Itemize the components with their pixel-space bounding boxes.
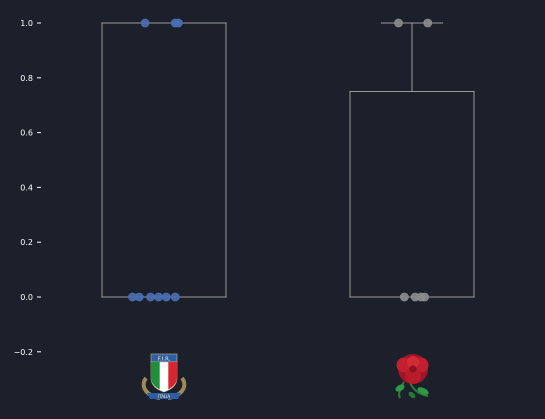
data-point: [399, 292, 409, 302]
data-point: [140, 18, 150, 28]
y-tick-label: 1.0: [20, 19, 33, 28]
box-plot-chart: −0.2 0.0 0.2 0.4 0.6 0.8 1.0 F.I.R. ITALIA: [14, 18, 475, 400]
data-point: [423, 18, 433, 28]
y-tick-label: 0.4: [20, 183, 33, 192]
point-layer: [128, 18, 433, 302]
data-point: [154, 292, 164, 302]
data-point: [146, 292, 155, 302]
data-point: [394, 18, 403, 28]
box-rect: [101, 22, 227, 298]
data-point: [134, 292, 144, 302]
chart-page: −0.2 0.0 0.2 0.4 0.6 0.8 1.0 F.I.R. ITALIA: [0, 0, 545, 419]
y-tick-label: −0.2: [14, 348, 33, 357]
italy-rugby-fir-crest-icon: F.I.R. ITALIA: [141, 353, 187, 400]
svg-text:ITALIA: ITALIA: [158, 394, 170, 399]
data-point: [170, 292, 180, 302]
data-point: [161, 292, 171, 302]
y-tick-label: 0.6: [20, 129, 33, 138]
box-rect: [349, 91, 475, 298]
box-layer: [101, 22, 475, 298]
data-point: [173, 18, 183, 28]
y-axis: −0.2 0.0 0.2 0.4 0.6 0.8 1.0: [14, 19, 41, 357]
england-rugby-red-rose-icon: [395, 354, 429, 399]
data-point: [420, 292, 430, 302]
y-tick-label: 0.8: [20, 74, 33, 83]
svg-text:F.I.R.: F.I.R.: [158, 357, 171, 363]
y-tick-label: 0.0: [20, 293, 33, 302]
y-tick-label: 0.2: [20, 238, 33, 247]
